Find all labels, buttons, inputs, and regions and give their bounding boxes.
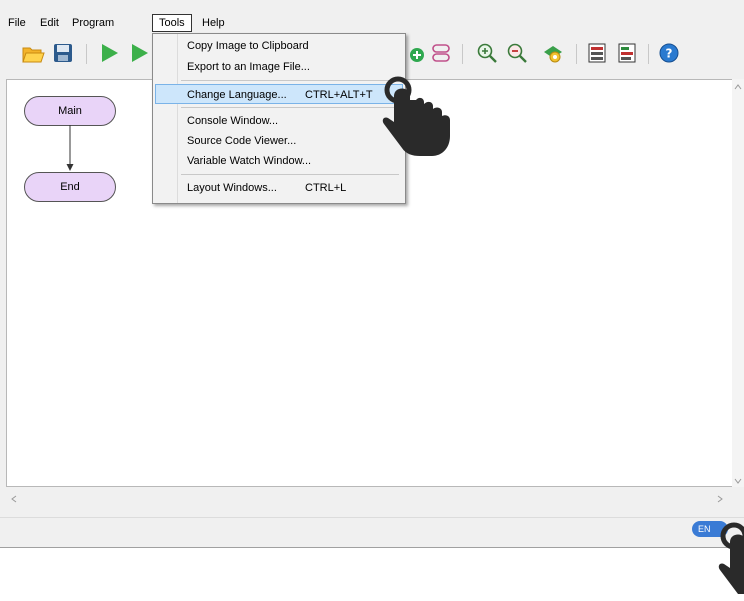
menu-item-copy-image[interactable]: Copy Image to Clipboard [155,36,403,56]
vertical-scrollbar[interactable] [732,79,744,487]
pointer-hand-icon [718,522,744,594]
menu-separator [181,174,399,175]
menu-item-label: Variable Watch Window... [187,155,312,167]
tools-dropdown-menu: Copy Image to Clipboard Export to an Ima… [152,33,406,204]
toolbar-separator [462,44,463,64]
menu-program[interactable]: Program [66,14,120,32]
scroll-left-icon[interactable] [10,495,18,503]
svg-text:?: ? [666,47,673,61]
menu-item-label: Console Window... [187,115,279,127]
flow-end[interactable]: End [24,172,116,202]
menu-item-console-window[interactable]: Console Window... [155,111,403,131]
menu-item-shortcut: CTRL+ALT+T [305,89,373,101]
settings-icon[interactable] [540,40,566,66]
menu-item-label: Layout Windows... [187,182,277,194]
menu-edit[interactable]: Edit [34,14,65,32]
add-procedure-icon[interactable] [404,40,430,66]
app-window: File Edit Program Tools Help ? Main End … [0,0,744,548]
toolbar-separator [648,44,649,64]
menu-separator [181,80,399,81]
status-bar [0,517,744,547]
horizontal-scrollbar[interactable] [6,492,744,506]
menu-item-source-code-viewer[interactable]: Source Code Viewer... [155,131,403,151]
menu-item-label: Copy Image to Clipboard [187,40,309,52]
toolbar-separator [576,44,577,64]
flow-start-main[interactable]: Main [24,96,116,126]
scroll-down-icon[interactable] [734,477,742,485]
flow-arrow [66,125,74,171]
menu-item-layout-windows[interactable]: Layout Windows... CTRL+L [155,178,403,198]
menu-bar: File Edit Program Tools Help [0,14,744,32]
menu-item-export-image[interactable]: Export to an Image File... [155,57,403,77]
chart-icon[interactable] [614,40,640,66]
menu-item-shortcut: CTRL+L [305,182,347,194]
zoom-out-icon[interactable] [504,40,530,66]
menu-tools[interactable]: Tools [152,14,192,32]
pointer-hand-icon [382,76,450,156]
open-folder-icon[interactable] [20,40,46,66]
menu-item-label: Change Language... [187,89,287,101]
menu-item-variable-watch[interactable]: Variable Watch Window... [155,151,403,171]
menu-item-label: Export to an Image File... [187,61,310,73]
zoom-in-icon[interactable] [474,40,500,66]
run-icon[interactable] [96,40,122,66]
toolbar-separator [86,44,87,64]
menu-file[interactable]: File [2,14,32,32]
menu-item-change-language[interactable]: Change Language... CTRL+ALT+T [155,84,403,104]
help-icon[interactable]: ? [656,40,682,66]
save-icon[interactable] [50,40,76,66]
menu-item-label: Source Code Viewer... [187,135,297,147]
menu-help[interactable]: Help [196,14,231,32]
menu-separator [181,107,399,108]
panel-icon[interactable] [584,40,610,66]
step-icon[interactable] [126,40,152,66]
scroll-up-icon[interactable] [734,83,742,91]
layers-icon[interactable] [428,40,454,66]
scroll-right-icon[interactable] [716,495,724,503]
